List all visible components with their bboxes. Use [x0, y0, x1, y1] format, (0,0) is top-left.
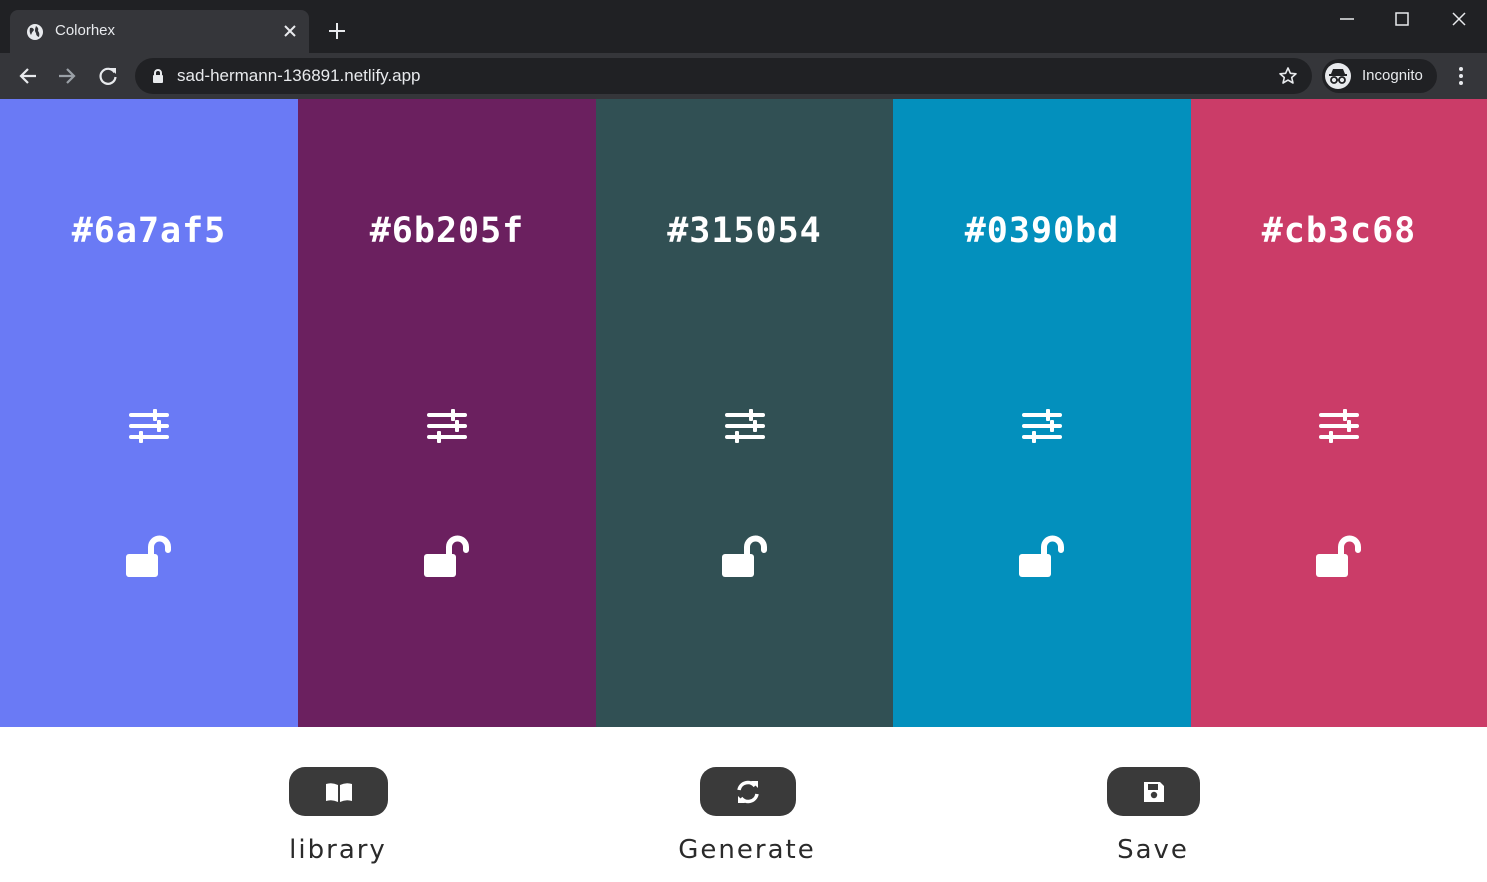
color-swatch: #0390bd — [893, 99, 1191, 727]
save-control: Save — [1053, 727, 1253, 882]
star-icon[interactable] — [1278, 66, 1298, 86]
reload-icon[interactable] — [97, 65, 119, 87]
kebab-menu-icon[interactable] — [1452, 65, 1470, 87]
save-button[interactable] — [1107, 767, 1200, 816]
hex-code[interactable]: #cb3c68 — [1191, 211, 1487, 251]
globe-icon — [27, 24, 43, 40]
close-icon[interactable] — [282, 23, 298, 39]
color-swatch: #cb3c68 — [1191, 99, 1487, 727]
lock-open-icon[interactable] — [720, 535, 770, 581]
library-button[interactable] — [289, 767, 388, 816]
generate-control: Generate — [647, 727, 847, 882]
browser-toolbar: sad-hermann-136891.netlify.app Incognito — [0, 53, 1487, 99]
book-open-icon — [325, 782, 352, 802]
color-swatch: #315054 — [596, 99, 893, 727]
library-label: library — [289, 835, 387, 865]
tab-title: Colorhex — [55, 22, 116, 39]
lock-open-icon[interactable] — [1314, 535, 1364, 581]
color-swatch: #6b205f — [298, 99, 596, 727]
maximize-icon[interactable] — [1394, 11, 1410, 27]
arrow-left-icon[interactable] — [17, 65, 39, 87]
incognito-icon — [1325, 63, 1351, 89]
address-bar[interactable]: sad-hermann-136891.netlify.app — [135, 58, 1312, 94]
lock-icon[interactable] — [151, 68, 165, 84]
incognito-profile-button[interactable]: Incognito — [1322, 59, 1437, 93]
sliders-icon[interactable] — [127, 406, 171, 446]
browser-titlebar: Colorhex — [0, 0, 1487, 53]
sliders-icon[interactable] — [723, 406, 767, 446]
minimize-icon[interactable] — [1338, 12, 1356, 26]
plus-icon[interactable] — [327, 21, 347, 41]
save-label: Save — [1117, 835, 1189, 865]
sliders-icon[interactable] — [1020, 406, 1064, 446]
sliders-icon[interactable] — [425, 406, 469, 446]
generate-label: Generate — [678, 835, 816, 865]
window-close-icon[interactable] — [1451, 11, 1467, 27]
arrow-right-icon[interactable] — [56, 65, 78, 87]
generate-button[interactable] — [700, 767, 796, 816]
library-control: library — [238, 727, 438, 882]
controls-panel: library Generate Save — [0, 727, 1487, 882]
sliders-icon[interactable] — [1317, 406, 1361, 446]
floppy-disk-icon — [1143, 781, 1164, 802]
url-text[interactable]: sad-hermann-136891.netlify.app — [177, 66, 421, 86]
lock-open-icon[interactable] — [422, 535, 472, 581]
browser-tab[interactable]: Colorhex — [10, 10, 309, 53]
sync-icon — [737, 780, 759, 803]
hex-code[interactable]: #6b205f — [298, 211, 596, 251]
color-swatch: #6a7af5 — [0, 99, 298, 727]
lock-open-icon[interactable] — [1017, 535, 1067, 581]
lock-open-icon[interactable] — [124, 535, 174, 581]
hex-code[interactable]: #315054 — [596, 211, 893, 251]
incognito-label: Incognito — [1362, 67, 1423, 84]
hex-code[interactable]: #6a7af5 — [0, 211, 298, 251]
color-palette: #6a7af5 #6b205f #315054 #0390bd #cb3c68 — [0, 99, 1487, 727]
hex-code[interactable]: #0390bd — [893, 211, 1191, 251]
